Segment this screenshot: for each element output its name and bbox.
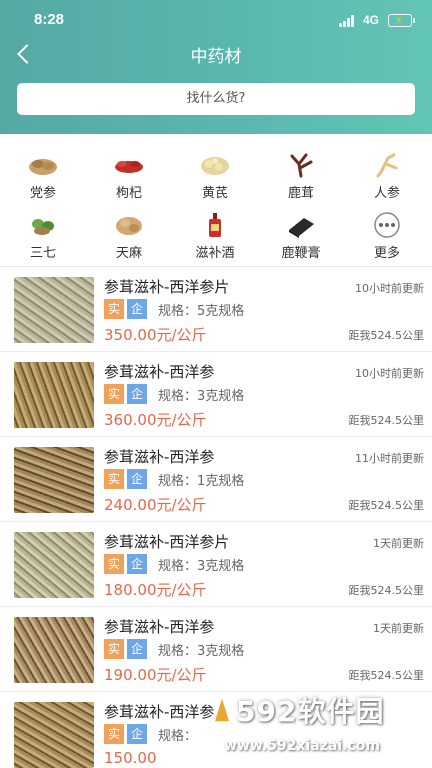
- antler-icon: [290, 153, 313, 178]
- product-row[interactable]: 参茸滋补-西洋参 10小时前更新 实 企 规格：3克规格 360.00元/公斤 …: [0, 352, 432, 437]
- product-spec: 规格：: [158, 729, 198, 744]
- status-time: 8:28: [34, 11, 65, 28]
- paste-icon: [289, 218, 314, 238]
- product-row[interactable]: 参茸滋补-西洋参片 10小时前更新 实 企 规格：5克规格 350.00元/公斤…: [0, 267, 432, 352]
- product-distance: 距我524.5公里: [348, 329, 425, 342]
- watermark-brand: 592软件园: [236, 695, 385, 728]
- product-image: [14, 702, 94, 768]
- product-name: 参茸滋补-西洋参: [104, 363, 215, 381]
- product-price: 190.00元/公斤: [104, 666, 207, 684]
- huangqi-icon: [201, 157, 229, 175]
- tag-verified: 实: [104, 469, 124, 489]
- product-spec: 规格：3克规格: [158, 389, 245, 404]
- tag-enterprise: 企: [127, 384, 147, 404]
- product-name: 参茸滋补-西洋参: [104, 618, 215, 636]
- product-spec: 规格：1克规格: [158, 474, 245, 489]
- product-row[interactable]: 参茸滋补-西洋参片 1天前更新 实 企 规格：3克规格 180.00元/公斤 距…: [0, 522, 432, 607]
- product-image: [14, 532, 94, 598]
- category-grid: 党参 枸杞 黄芪 鹿茸 人参 三七 天麻 滋补酒 鹿鞭膏 更多: [0, 142, 432, 262]
- product-distance: 距我524.5公里: [348, 414, 425, 427]
- more-icon: [374, 212, 400, 238]
- tag-verified: 实: [104, 384, 124, 404]
- product-image: [14, 362, 94, 428]
- header: 8:28 4G ⚡ 中药材 找什么货?: [0, 0, 432, 134]
- tag-enterprise: 企: [127, 299, 147, 319]
- product-price: 150.00: [104, 749, 157, 767]
- wine-icon: [209, 213, 221, 237]
- category-goji[interactable]: 枸杞: [86, 146, 172, 202]
- product-updated: 1天前更新: [373, 537, 424, 550]
- tag-verified: 实: [104, 554, 124, 574]
- category-huangqi[interactable]: 黄芪: [172, 146, 258, 202]
- category-sanqi[interactable]: 三七: [0, 206, 86, 262]
- tag-verified: 实: [104, 299, 124, 319]
- product-image: [14, 447, 94, 513]
- category-ginseng[interactable]: 人参: [344, 146, 430, 202]
- product-image: [14, 277, 94, 343]
- tag-enterprise: 企: [127, 639, 147, 659]
- tag-verified: 实: [104, 639, 124, 659]
- category-label: 人参: [373, 186, 400, 201]
- category-tianma[interactable]: 天麻: [86, 206, 172, 262]
- category-label: 黄芪: [201, 186, 228, 201]
- product-name: 参茸滋补-西洋参: [104, 448, 215, 466]
- category-label: 鹿茸: [287, 186, 314, 201]
- product-image: [14, 617, 94, 683]
- watermark: 592软件园 www.592xiazai.com: [210, 688, 432, 768]
- category-label: 更多: [373, 246, 400, 261]
- product-price: 350.00元/公斤: [104, 326, 207, 344]
- search-input[interactable]: 找什么货?: [17, 83, 415, 115]
- tag-enterprise: 企: [127, 724, 147, 744]
- product-row[interactable]: 参茸滋补-西洋参 11小时前更新 实 企 规格：1克规格 240.00元/公斤 …: [0, 437, 432, 522]
- product-distance: 距我524.5公里: [348, 669, 425, 682]
- category-label: 滋补酒: [195, 246, 235, 261]
- product-name: 参茸滋补-西洋参片: [104, 278, 230, 296]
- page-title: 中药材: [190, 47, 242, 67]
- category-dangshen[interactable]: 党参: [0, 146, 86, 202]
- product-price: 240.00元/公斤: [104, 496, 207, 514]
- watermark-logo-icon: [212, 693, 232, 723]
- battery-icon: ⚡: [388, 14, 415, 27]
- status-bar: 8:28 4G ⚡: [0, 0, 432, 40]
- goji-icon: [115, 161, 143, 173]
- product-spec: 规格：3克规格: [158, 559, 245, 574]
- category-label: 党参: [29, 186, 56, 201]
- signal-icon: [339, 15, 357, 27]
- product-updated: 11小时前更新: [355, 452, 424, 465]
- watermark-url: www.592xiazai.com: [224, 738, 380, 754]
- category-label: 天麻: [115, 246, 142, 261]
- product-spec: 规格：5克规格: [158, 304, 245, 319]
- product-updated: 10小时前更新: [355, 367, 424, 380]
- category-label: 鹿鞭膏: [281, 246, 321, 261]
- product-distance: 距我524.5公里: [348, 584, 425, 597]
- network-label: 4G: [363, 13, 380, 27]
- product-price: 360.00元/公斤: [104, 411, 207, 429]
- tianma-icon: [116, 217, 142, 235]
- product-row[interactable]: 参茸滋补-西洋参 1天前更新 实 企 规格：3克规格 190.00元/公斤 距我…: [0, 607, 432, 692]
- product-name: 参茸滋补-西洋参: [104, 703, 215, 721]
- product-price: 180.00元/公斤: [104, 581, 207, 599]
- product-updated: 1天前更新: [373, 622, 424, 635]
- sanqi-icon: [32, 219, 54, 235]
- category-antler[interactable]: 鹿茸: [258, 146, 344, 202]
- tag-verified: 实: [104, 724, 124, 744]
- product-updated: 10小时前更新: [355, 282, 424, 295]
- dangshen-icon: [29, 159, 57, 175]
- tag-enterprise: 企: [127, 554, 147, 574]
- category-label: 枸杞: [115, 186, 142, 201]
- category-label: 三七: [29, 246, 56, 261]
- category-more[interactable]: 更多: [344, 206, 430, 262]
- category-paste[interactable]: 鹿鞭膏: [258, 206, 344, 262]
- category-wine[interactable]: 滋补酒: [172, 206, 258, 262]
- ginseng-icon: [376, 153, 398, 178]
- product-name: 参茸滋补-西洋参片: [104, 533, 230, 551]
- product-distance: 距我524.5公里: [348, 499, 425, 512]
- tag-enterprise: 企: [127, 469, 147, 489]
- product-spec: 规格：3克规格: [158, 644, 245, 659]
